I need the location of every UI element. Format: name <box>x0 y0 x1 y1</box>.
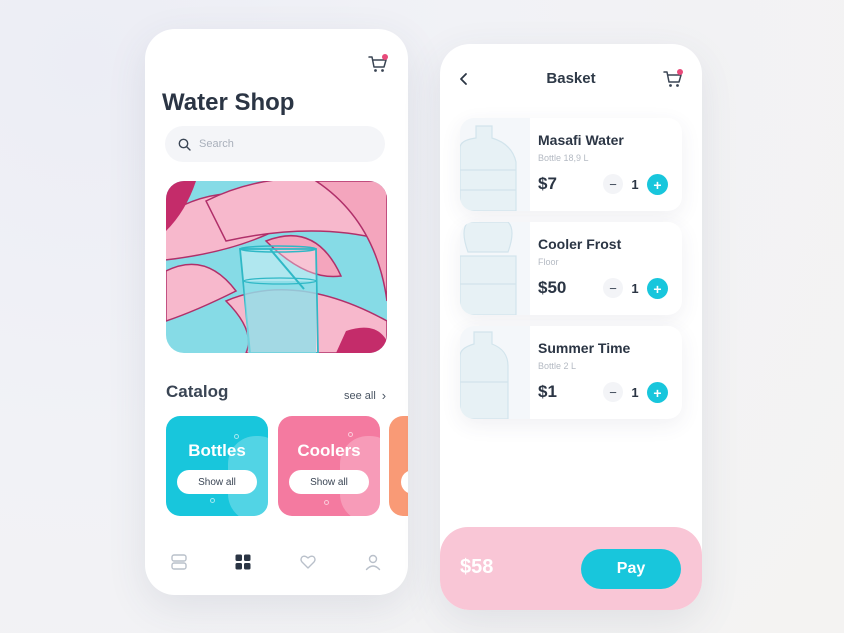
decrease-quantity-button[interactable]: − <box>603 382 623 402</box>
bottom-nav <box>145 547 408 577</box>
see-all-link[interactable]: see all › <box>344 388 386 403</box>
category-name: Bottles <box>188 441 246 460</box>
cart-badge <box>382 54 388 60</box>
basket-total: $58 <box>460 556 494 578</box>
chevron-right-icon: › <box>381 388 387 403</box>
water-cooler-icon <box>460 222 517 315</box>
search-input[interactable]: Search <box>165 126 385 162</box>
see-all-label: see all <box>344 389 376 402</box>
pay-button[interactable]: Pay <box>581 549 681 589</box>
cart-badge <box>677 69 683 75</box>
basket-item: Summer Time Bottle 2 L $1 − 1 + <box>460 326 682 419</box>
search-placeholder: Search <box>199 138 234 150</box>
nav-list[interactable] <box>168 551 190 573</box>
promo-banner[interactable] <box>166 181 387 353</box>
cart-button[interactable] <box>662 68 684 90</box>
catalog-heading: Catalog <box>166 382 229 401</box>
increase-quantity-button[interactable]: + <box>647 278 668 299</box>
basket-item: Masafi Water Bottle 18,9 L $7 − 1 + <box>460 118 682 211</box>
decrease-quantity-button[interactable]: − <box>603 174 623 194</box>
item-price: $1 <box>538 382 557 401</box>
cart-button[interactable] <box>367 53 389 75</box>
item-description: Bottle 18,9 L <box>538 153 589 163</box>
bubble-decoration <box>348 432 353 437</box>
water-bottle-icon <box>460 331 509 419</box>
list-icon <box>171 554 187 570</box>
product-image <box>460 326 530 419</box>
checkout-bar: $58 Pay <box>440 527 702 610</box>
item-description: Floor <box>538 257 559 267</box>
basket-item: Cooler Frost Floor $50 − 1 + <box>460 222 682 315</box>
water-glass-leaves-illustration <box>166 181 387 353</box>
category-card-bottles[interactable]: Bottles Show all <box>166 416 268 516</box>
category-card-coolers[interactable]: Coolers Show all <box>278 416 380 516</box>
item-name: Cooler Frost <box>538 236 622 252</box>
grid-icon <box>235 554 251 570</box>
basket-screen: Basket Masafi Water Bottle 18,9 L $7 − 1… <box>440 44 702 610</box>
product-image <box>460 222 530 315</box>
product-image <box>460 118 530 211</box>
shop-screen: Water Shop Search Catalog see all › Bott… <box>145 29 408 595</box>
item-name: Summer Time <box>538 340 631 356</box>
nav-favorites[interactable] <box>297 551 319 573</box>
user-icon <box>365 554 381 571</box>
page-title: Water Shop <box>162 89 295 116</box>
bubble-decoration <box>234 434 239 439</box>
bubble-decoration <box>210 498 215 503</box>
decrease-quantity-button[interactable]: − <box>603 278 623 298</box>
category-card-partial[interactable] <box>389 416 408 516</box>
item-price: $50 <box>538 278 567 297</box>
nav-profile[interactable] <box>362 551 384 573</box>
water-bottle-icon <box>460 125 517 211</box>
item-description: Bottle 2 L <box>538 361 577 371</box>
item-price: $7 <box>538 174 557 193</box>
show-all-button[interactable]: Show all <box>289 470 369 494</box>
show-all-button[interactable]: Show all <box>177 470 257 494</box>
bubble-decoration <box>324 500 329 505</box>
increase-quantity-button[interactable]: + <box>647 174 668 195</box>
item-quantity: 1 <box>631 385 639 400</box>
search-icon <box>178 138 191 151</box>
show-all-button[interactable] <box>401 470 408 494</box>
item-quantity: 1 <box>631 281 639 296</box>
nav-grid[interactable] <box>232 551 254 573</box>
category-name: Coolers <box>297 441 361 460</box>
item-name: Masafi Water <box>538 132 624 148</box>
heart-icon <box>300 555 316 569</box>
item-quantity: 1 <box>631 177 639 192</box>
increase-quantity-button[interactable]: + <box>647 382 668 403</box>
